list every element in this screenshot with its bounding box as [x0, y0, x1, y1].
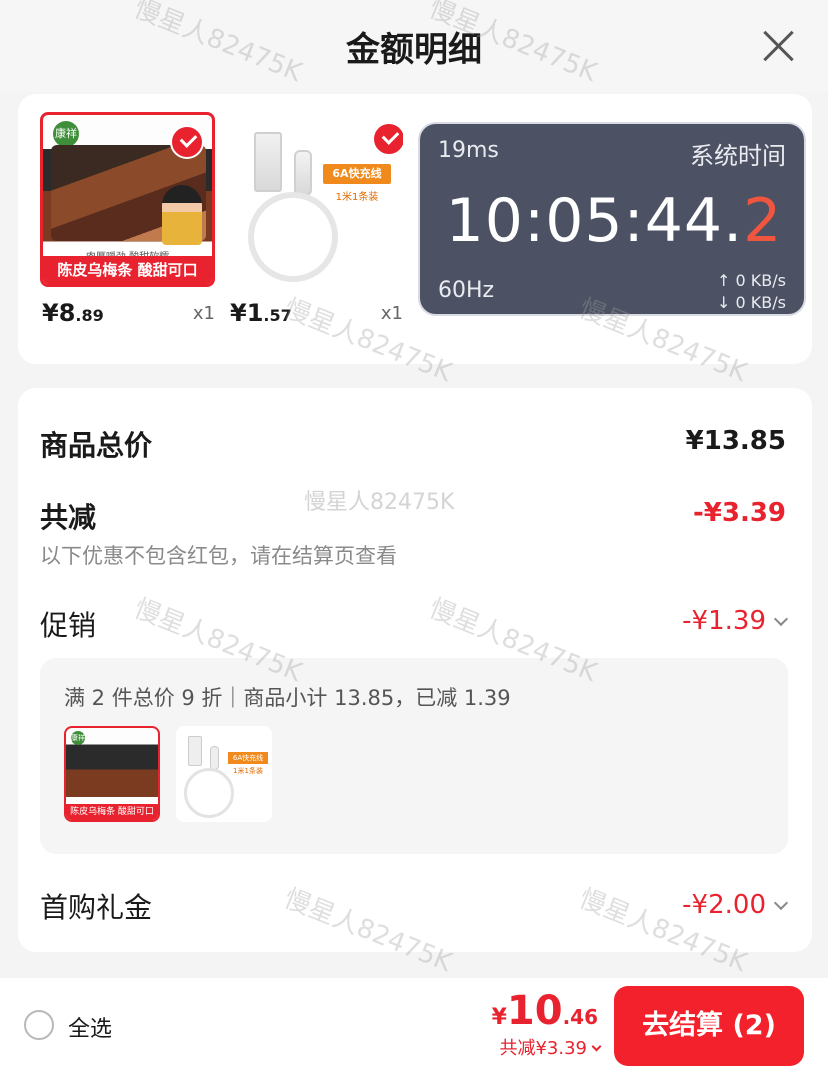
discount-hint: 以下优惠不包含红包，请在结算页查看: [40, 544, 397, 568]
thumb-caption: 陈皮乌梅条 酸甜可口: [43, 256, 212, 284]
page-title: 金额明细: [346, 30, 482, 70]
chevron-down-icon: [773, 611, 789, 627]
promo-product-thumbnail[interactable]: 6A快充线 1米1条装: [176, 726, 272, 822]
cable-wire: [184, 768, 234, 818]
download-speed: ↓ 0 KB/s: [717, 293, 786, 312]
product-tag-sub: 1米1条装: [335, 192, 379, 203]
chevron-down-icon: [591, 1041, 602, 1052]
promo-detail-box: 满 2 件总价 9 折｜商品小计 13.85，已减 1.39 康祥 陈皮乌梅条 …: [40, 658, 788, 854]
discount-label: 共减: [40, 501, 97, 534]
gift-value-toggle[interactable]: -¥2.00: [682, 890, 789, 920]
close-icon[interactable]: [758, 26, 798, 66]
refresh-rate: 60Hz: [438, 278, 495, 303]
checkout-button[interactable]: 去结算 (2): [614, 986, 804, 1066]
product-item[interactable]: 6A快充线 1米1条装 ¥1.57 x1: [228, 112, 403, 333]
check-icon[interactable]: [170, 125, 204, 159]
amount-detail-card: 商品总价 ¥13.85 共减 -¥3.39 以下优惠不包含红包，请在结算页查看 …: [18, 388, 812, 952]
usbc-plug-icon: [210, 746, 219, 770]
product-quantity: x1: [192, 303, 215, 324]
product-thumbnail[interactable]: 6A快充线 1米1条装: [228, 112, 403, 287]
promo-label: 促销: [40, 609, 97, 642]
promo-value-toggle[interactable]: -¥1.39: [682, 606, 789, 636]
promo-description: 满 2 件总价 9 折｜商品小计 13.85，已减 1.39: [64, 686, 511, 710]
first-purchase-gift-label: 首购礼金: [40, 891, 153, 924]
mascot-figure: [162, 185, 202, 245]
product-tag: 6A快充线: [228, 752, 268, 764]
system-time-overlay: 19ms 系统时间 10:05:44.2 60Hz ↑ 0 KB/s ↓ 0 K…: [418, 122, 806, 316]
discount-value: -¥3.39: [692, 498, 786, 528]
product-price-row: ¥1.57 x1: [228, 293, 403, 333]
product-price: ¥1.57: [230, 299, 292, 327]
header: 金额明细: [0, 0, 828, 92]
upload-speed: ↑ 0 KB/s: [717, 271, 786, 290]
system-clock: 10:05:44.2: [445, 186, 783, 256]
chevron-down-icon: [773, 895, 789, 911]
overlay-label: 系统时间: [690, 142, 786, 170]
brand-logo: 康祥: [53, 121, 79, 147]
product-thumbnail[interactable]: 康祥 肉厚嚼劲 酸甜软糯 陈皮乌梅条 酸甜可口: [40, 112, 215, 287]
total-price-label: 商品总价: [40, 429, 153, 462]
usbc-plug-icon: [294, 150, 312, 196]
usb-plug-icon: [188, 736, 202, 766]
select-all-label[interactable]: 全选: [68, 1011, 112, 1043]
product-quantity: x1: [380, 303, 403, 324]
saved-amount-toggle[interactable]: 共减¥3.39: [499, 1034, 602, 1060]
check-icon[interactable]: [372, 122, 403, 156]
latency-readout: 19ms: [438, 138, 499, 163]
cable-wire: [248, 192, 338, 282]
product-item[interactable]: 康祥 肉厚嚼劲 酸甜软糯 陈皮乌梅条 酸甜可口 ¥8.89 x1: [40, 112, 215, 333]
select-all-radio[interactable]: [24, 1010, 54, 1040]
total-amount: ¥10.46: [491, 988, 598, 1034]
brand-logo: 康祥: [71, 731, 85, 745]
product-tag-sub: 1米1条装: [233, 767, 263, 775]
network-speed: ↑ 0 KB/s ↓ 0 KB/s: [717, 270, 786, 314]
usb-plug-icon: [254, 132, 282, 192]
product-price: ¥8.89: [42, 299, 104, 327]
total-price-value: ¥13.85: [685, 426, 786, 456]
checkout-bar: 全选 ¥10.46 共减¥3.39 去结算 (2): [0, 978, 828, 1069]
product-tag: 6A快充线: [323, 164, 391, 184]
promo-product-thumbnail[interactable]: 康祥 陈皮乌梅条 酸甜可口: [64, 726, 160, 822]
thumb-caption: 陈皮乌梅条 酸甜可口: [66, 804, 158, 820]
product-price-row: ¥8.89 x1: [40, 293, 215, 333]
